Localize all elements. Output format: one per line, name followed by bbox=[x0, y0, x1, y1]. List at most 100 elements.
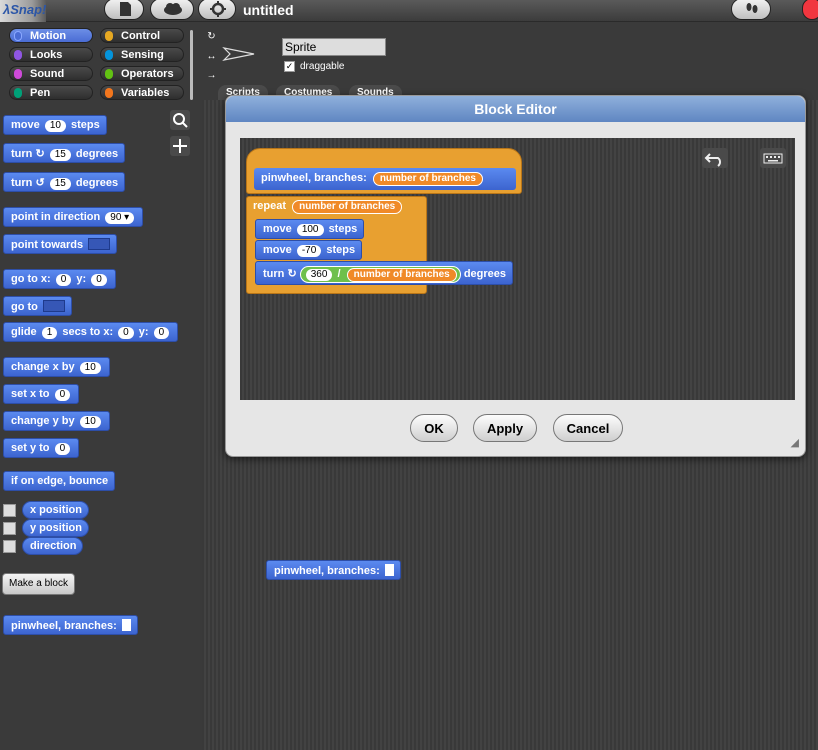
number-slot[interactable]: 100 bbox=[296, 224, 324, 236]
rotation-lr-button[interactable]: ↔ bbox=[205, 50, 218, 63]
secs-slot[interactable]: 1 bbox=[41, 327, 58, 339]
block-label: pinwheel, branches: bbox=[261, 172, 367, 184]
numerator-slot[interactable]: 360 bbox=[305, 269, 333, 281]
category-looks[interactable]: Looks bbox=[9, 47, 93, 62]
repeat-count-variable[interactable]: number of branches bbox=[292, 200, 403, 214]
direction-reporter[interactable]: direction bbox=[22, 537, 84, 555]
cloud-menu-button[interactable] bbox=[150, 0, 194, 20]
number-slot[interactable]: 10 bbox=[44, 120, 66, 132]
draggable-checkbox[interactable]: ✓ bbox=[284, 61, 295, 72]
number-slot[interactable]: 0 bbox=[54, 389, 71, 401]
block-label: move bbox=[263, 244, 292, 256]
target-dropdown[interactable] bbox=[88, 238, 111, 250]
prototype-hat-block[interactable]: pinwheel, branches: number of branches bbox=[246, 148, 522, 194]
number-slot[interactable]: 10 bbox=[79, 362, 101, 374]
snap-logo[interactable]: λSnap! bbox=[0, 0, 46, 22]
apply-button[interactable]: Apply bbox=[473, 414, 537, 442]
change-x-block[interactable]: change x by 10 bbox=[3, 357, 110, 377]
block-prototype[interactable]: pinwheel, branches: number of branches bbox=[254, 168, 516, 190]
file-menu-button[interactable] bbox=[104, 0, 144, 20]
go-to-block[interactable]: go to bbox=[3, 296, 72, 316]
cancel-button[interactable]: Cancel bbox=[553, 414, 623, 442]
category-sound[interactable]: Sound bbox=[9, 66, 93, 81]
ok-button[interactable]: OK bbox=[410, 414, 458, 442]
bounce-block[interactable]: if on edge, bounce bbox=[3, 471, 116, 491]
x-position-checkbox[interactable] bbox=[3, 504, 16, 517]
glide-block[interactable]: glide 1 secs to x: 0 y: 0 bbox=[3, 322, 179, 342]
branches-slot[interactable] bbox=[384, 564, 394, 576]
move-negative-70-block[interactable]: move -70 steps bbox=[255, 240, 363, 260]
y-slot[interactable]: 0 bbox=[91, 274, 107, 286]
sprite-name-field[interactable]: Sprite bbox=[282, 38, 386, 56]
category-label: Looks bbox=[30, 49, 63, 61]
undo-button[interactable] bbox=[702, 148, 728, 168]
block-label: degrees bbox=[75, 148, 119, 160]
block-editor-canvas[interactable]: pinwheel, branches: number of branches r… bbox=[240, 138, 795, 400]
go-to-xy-block[interactable]: go to x: 0 y: 0 bbox=[3, 269, 116, 289]
gear-icon bbox=[210, 1, 226, 17]
number-slot[interactable]: 0 bbox=[54, 443, 71, 455]
change-y-block[interactable]: change y by 10 bbox=[3, 411, 110, 431]
x-position-reporter[interactable]: x position bbox=[22, 501, 89, 519]
parameter-number-of-branches[interactable]: number of branches bbox=[372, 172, 483, 186]
block-label: point towards bbox=[11, 239, 84, 251]
direction-checkbox[interactable] bbox=[3, 540, 16, 553]
division-reporter[interactable]: 360 / number of branches bbox=[299, 266, 461, 283]
palette-search-button[interactable] bbox=[170, 110, 190, 130]
control-color-dot bbox=[105, 31, 113, 41]
dialog-title[interactable]: Block Editor bbox=[226, 96, 805, 122]
block-label: steps bbox=[328, 223, 358, 235]
category-variables[interactable]: Variables bbox=[100, 85, 184, 100]
move-steps-block[interactable]: move 10 steps bbox=[3, 115, 107, 135]
move-100-block[interactable]: move 100 steps bbox=[255, 219, 365, 239]
settings-menu-button[interactable] bbox=[198, 0, 236, 20]
rotation-none-button[interactable]: → bbox=[205, 69, 218, 82]
rotation-any-button[interactable]: ↻ bbox=[205, 30, 218, 43]
category-motion[interactable]: Motion bbox=[9, 28, 93, 43]
block-label: y position bbox=[30, 522, 82, 534]
custom-block-pinwheel[interactable]: pinwheel, branches: bbox=[3, 615, 138, 635]
number-slot[interactable]: 10 bbox=[79, 416, 101, 428]
category-label: Operators bbox=[121, 68, 174, 80]
search-icon bbox=[173, 113, 188, 128]
turn-counterclockwise-block[interactable]: turn ↺ 15 degrees bbox=[3, 172, 126, 192]
category-operators[interactable]: Operators bbox=[100, 66, 184, 81]
palette-add-button[interactable] bbox=[170, 136, 190, 156]
category-control[interactable]: Control bbox=[100, 28, 184, 43]
category-label: Variables bbox=[121, 87, 170, 99]
category-label: Control bbox=[121, 30, 161, 42]
category-scrollbar[interactable] bbox=[190, 30, 193, 100]
direction-dropdown[interactable]: 90 ▾ bbox=[105, 212, 135, 224]
sensing-color-dot bbox=[105, 50, 113, 60]
y-position-checkbox[interactable] bbox=[3, 522, 16, 535]
block-label: y: bbox=[138, 326, 149, 338]
target-dropdown[interactable] bbox=[42, 300, 65, 312]
x-slot[interactable]: 0 bbox=[55, 274, 72, 286]
point-towards-block[interactable]: point towards bbox=[3, 234, 118, 254]
branches-slot[interactable] bbox=[121, 619, 131, 631]
make-a-block-button[interactable]: Make a block bbox=[2, 573, 75, 595]
number-slot[interactable]: -70 bbox=[296, 245, 322, 257]
set-x-block[interactable]: set x to 0 bbox=[3, 384, 80, 404]
denominator-variable[interactable]: number of branches bbox=[346, 268, 457, 282]
keyboard-entry-button[interactable] bbox=[760, 148, 786, 168]
custom-block-pinwheel-instance[interactable]: pinwheel, branches: bbox=[266, 560, 401, 580]
repeat-header: repeat number of branches bbox=[253, 200, 403, 214]
category-sensing[interactable]: Sensing bbox=[100, 47, 184, 62]
y-position-reporter[interactable]: y position bbox=[22, 519, 89, 537]
turn-clockwise-block[interactable]: turn ↻ 15 degrees bbox=[3, 143, 126, 163]
category-pen[interactable]: Pen bbox=[9, 85, 93, 100]
stage-size-button[interactable] bbox=[731, 0, 771, 20]
number-slot[interactable]: 15 bbox=[49, 149, 71, 161]
block-label: go to x: bbox=[11, 273, 51, 285]
block-label: turn bbox=[11, 148, 33, 160]
stop-button[interactable] bbox=[802, 0, 818, 20]
number-slot[interactable]: 15 bbox=[49, 178, 71, 190]
point-in-direction-block[interactable]: point in direction 90 ▾ bbox=[3, 207, 144, 227]
x-slot[interactable]: 0 bbox=[118, 327, 134, 339]
block-label: change y by bbox=[11, 415, 75, 427]
resize-handle[interactable]: ◢ bbox=[785, 436, 799, 450]
turn-division-block[interactable]: turn ↻ 360 / number of branches degrees bbox=[255, 261, 514, 285]
set-y-block[interactable]: set y to 0 bbox=[3, 438, 80, 458]
y-slot[interactable]: 0 bbox=[153, 327, 170, 339]
